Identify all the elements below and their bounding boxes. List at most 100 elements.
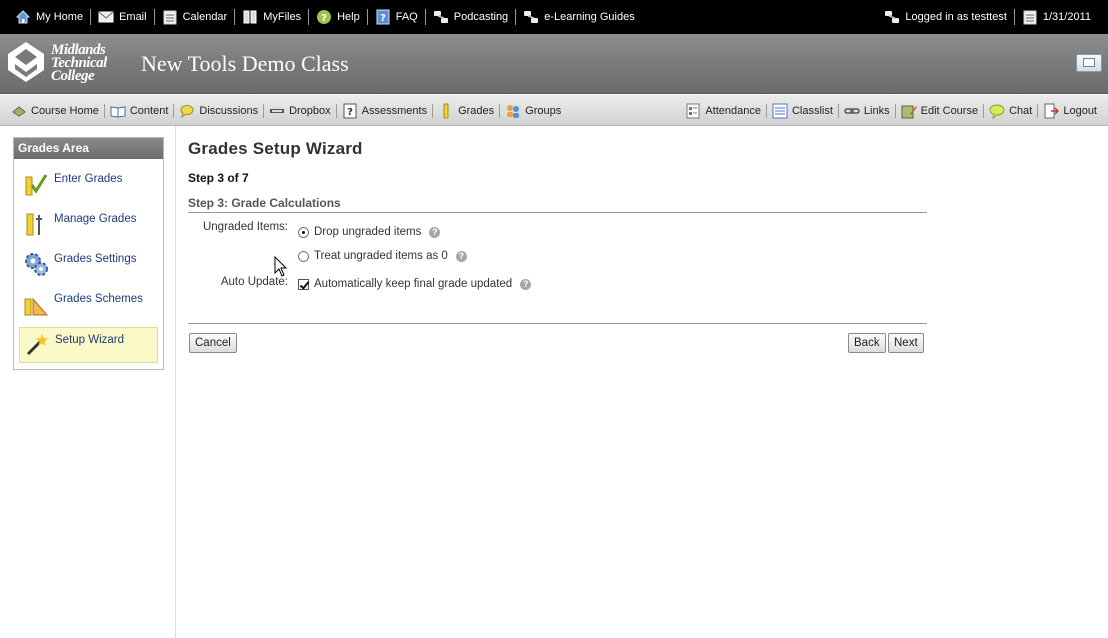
- ungraded-items-label: Ungraded Items:: [202, 221, 288, 233]
- link-icon: [523, 9, 539, 25]
- topbar-label: Podcasting: [453, 11, 509, 23]
- svg-text:?: ?: [321, 13, 327, 24]
- nav-dropbox[interactable]: Dropbox: [264, 95, 336, 126]
- treat-ungraded-zero-radio[interactable]: [298, 250, 309, 262]
- svg-text:?: ?: [380, 13, 386, 24]
- step-heading: Step 3: Grade Calculations: [188, 196, 341, 210]
- sidebar-item-manage-grades[interactable]: Manage Grades: [19, 207, 158, 243]
- nav-label: Assessments: [361, 104, 428, 117]
- faq-icon: ?: [375, 9, 391, 25]
- nav-label: Edit Course: [920, 104, 979, 117]
- logged-in-status[interactable]: Logged in as testtest: [877, 0, 1014, 34]
- topbar-elearning-guides[interactable]: e-Learning Guides: [516, 0, 642, 34]
- page-title: Grades Setup Wizard: [188, 139, 363, 158]
- help-icon[interactable]: ?: [455, 250, 467, 262]
- topbar-help[interactable]: ? Help: [309, 0, 367, 34]
- nav-chat[interactable]: Chat: [984, 95, 1037, 126]
- sidebar-item-label: Grades Settings: [54, 253, 137, 265]
- topbar-label: My Home: [36, 11, 84, 23]
- topbar-calendar[interactable]: Calendar: [155, 0, 235, 34]
- help-icon[interactable]: ?: [429, 226, 441, 238]
- date-text: 1/31/2011: [1042, 11, 1091, 23]
- course-home-icon: [11, 103, 27, 119]
- banner-minimize-button[interactable]: [1076, 54, 1102, 72]
- step-counter: Step 3 of 7: [188, 171, 249, 185]
- college-logo[interactable]: Midlands Technical College: [4, 40, 130, 88]
- drop-ungraded-option[interactable]: Drop ungraded items ?: [298, 226, 441, 238]
- course-title: New Tools Demo Class: [141, 51, 349, 76]
- attendance-icon: [685, 103, 701, 119]
- sidebar: Grades Area Enter Grades Manage Grades G…: [0, 126, 176, 638]
- drop-ungraded-radio[interactable]: [298, 226, 309, 238]
- logo-line: College: [51, 68, 95, 84]
- calendar-icon: [162, 9, 178, 25]
- sidebar-item-setup-wizard[interactable]: Setup Wizard: [19, 327, 158, 363]
- wand-icon: [24, 332, 50, 358]
- divider: [188, 323, 927, 324]
- nav-groups[interactable]: Groups: [500, 95, 566, 126]
- svg-text:?: ?: [347, 107, 353, 118]
- cancel-button[interactable]: Cancel: [189, 333, 237, 353]
- enter-grades-icon: [23, 171, 49, 197]
- topbar-label: MyFiles: [263, 11, 302, 23]
- dropbox-icon: [269, 103, 285, 119]
- auto-update-checkbox[interactable]: [298, 278, 309, 290]
- option-label: Automatically keep final grade updated: [314, 278, 513, 290]
- auto-update-option[interactable]: Automatically keep final grade updated ?: [298, 278, 532, 290]
- nav-grades[interactable]: Grades: [433, 95, 499, 126]
- nav-label: Grades: [458, 104, 495, 117]
- nav-links[interactable]: Links: [839, 95, 895, 126]
- nav-label: Dropbox: [289, 104, 331, 117]
- groups-icon: [505, 103, 521, 119]
- nav-label: Logout: [1063, 104, 1097, 117]
- book-icon: [110, 103, 126, 119]
- topbar-my-home[interactable]: My Home: [8, 0, 90, 34]
- gears-icon: [23, 251, 49, 277]
- sidebar-item-enter-grades[interactable]: Enter Grades: [19, 167, 158, 203]
- topbar-email[interactable]: Email: [91, 0, 154, 34]
- user-link-icon: [884, 9, 900, 25]
- nav-course-home[interactable]: Course Home: [6, 95, 104, 126]
- topbar-podcasting[interactable]: Podcasting: [426, 0, 515, 34]
- option-label: Drop ungraded items: [314, 226, 422, 238]
- nav-attendance[interactable]: Attendance: [680, 95, 766, 126]
- logged-in-text: Logged in as testtest: [905, 11, 1007, 23]
- divider: [188, 212, 927, 213]
- nav-assessments[interactable]: ? Assessments: [337, 95, 432, 126]
- treat-ungraded-zero-option[interactable]: Treat ungraded items as 0 ?: [298, 250, 467, 262]
- help-icon[interactable]: ?: [520, 278, 532, 290]
- nav-right-group: Attendance Classlist Links Edit Course C…: [680, 95, 1102, 126]
- nav-edit-course[interactable]: Edit Course: [896, 95, 983, 126]
- logout-icon: [1043, 103, 1060, 119]
- nav-label: Attendance: [705, 104, 761, 117]
- sidebar-item-label: Manage Grades: [54, 213, 137, 225]
- sidebar-item-grades-settings[interactable]: Grades Settings: [19, 247, 158, 283]
- schemes-icon: [23, 291, 49, 317]
- nav-left-group: Course Home Content Discussions Dropbox …: [6, 95, 566, 126]
- nav-classlist[interactable]: Classlist: [767, 95, 838, 126]
- nav-content[interactable]: Content: [105, 95, 174, 126]
- nav-label: Content: [129, 104, 169, 117]
- topbar-faq[interactable]: ? FAQ: [368, 0, 425, 34]
- chain-link-icon: [844, 103, 860, 119]
- nav-logout[interactable]: Logout: [1038, 95, 1102, 126]
- date-display: 1/31/2011: [1015, 0, 1098, 34]
- topbar-label: Email: [119, 11, 147, 23]
- window-icon: [1083, 58, 1095, 67]
- sidebar-item-label: Setup Wizard: [55, 334, 125, 346]
- sidebar-item-label: Enter Grades: [54, 173, 123, 185]
- nav-discussions[interactable]: Discussions: [174, 95, 263, 126]
- next-button[interactable]: Next: [888, 333, 924, 353]
- course-banner: Midlands Technical College New Tools Dem…: [0, 34, 1108, 94]
- topbar-myfiles[interactable]: MyFiles: [235, 0, 308, 34]
- back-button[interactable]: Back: [848, 333, 886, 353]
- top-bar-user: Logged in as testtest 1/31/2011: [877, 0, 1098, 34]
- topbar-label: FAQ: [395, 11, 418, 23]
- grades-area-panel: Grades Area Enter Grades Manage Grades G…: [13, 137, 164, 370]
- top-bar-links: My Home Email Calendar MyFiles ? Help ? …: [8, 0, 642, 34]
- nav-label: Course Home: [31, 104, 99, 117]
- link-icon: [433, 9, 449, 25]
- ruler-icon: [438, 103, 454, 119]
- edit-course-icon: [901, 103, 917, 119]
- sidebar-item-grades-schemes[interactable]: Grades Schemes: [19, 287, 158, 323]
